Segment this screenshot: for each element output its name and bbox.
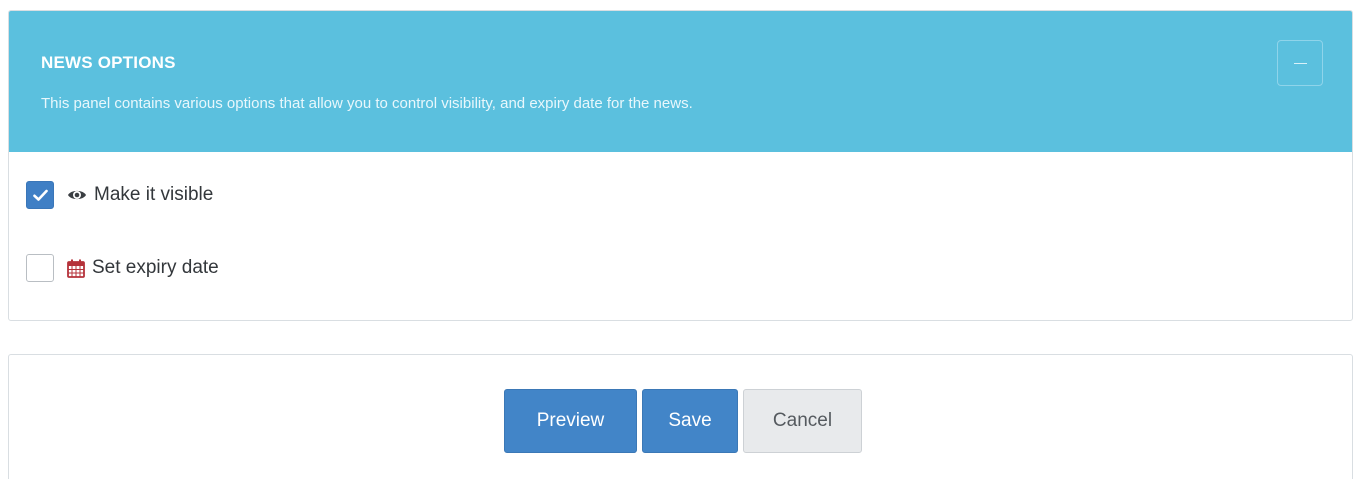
- set-expiry-checkbox[interactable]: [26, 254, 54, 282]
- panel-title: NEWS OPTIONS: [41, 53, 176, 72]
- panel-description: This panel contains various options that…: [41, 95, 693, 112]
- option-make-visible: Make it visible: [26, 180, 213, 210]
- minus-icon: [1294, 63, 1307, 64]
- checkmark-icon: [33, 189, 48, 201]
- page: NEWS OPTIONS This panel contains various…: [0, 0, 1362, 479]
- make-visible-checkbox[interactable]: [26, 181, 54, 209]
- preview-button[interactable]: Preview: [504, 389, 637, 453]
- panel-body: Make it visible Set expiry date: [9, 152, 1352, 320]
- set-expiry-label: Set expiry date: [92, 257, 219, 278]
- eye-icon: [67, 188, 87, 202]
- actions-panel: Preview Save Cancel: [8, 354, 1353, 479]
- calendar-icon: [67, 259, 85, 278]
- make-visible-label: Make it visible: [94, 184, 214, 205]
- save-button[interactable]: Save: [642, 389, 738, 453]
- collapse-button[interactable]: [1277, 40, 1323, 86]
- cancel-button[interactable]: Cancel: [743, 389, 862, 453]
- news-options-panel: NEWS OPTIONS This panel contains various…: [8, 10, 1353, 321]
- panel-header: NEWS OPTIONS This panel contains various…: [9, 11, 1352, 152]
- option-set-expiry: Set expiry date: [26, 253, 219, 283]
